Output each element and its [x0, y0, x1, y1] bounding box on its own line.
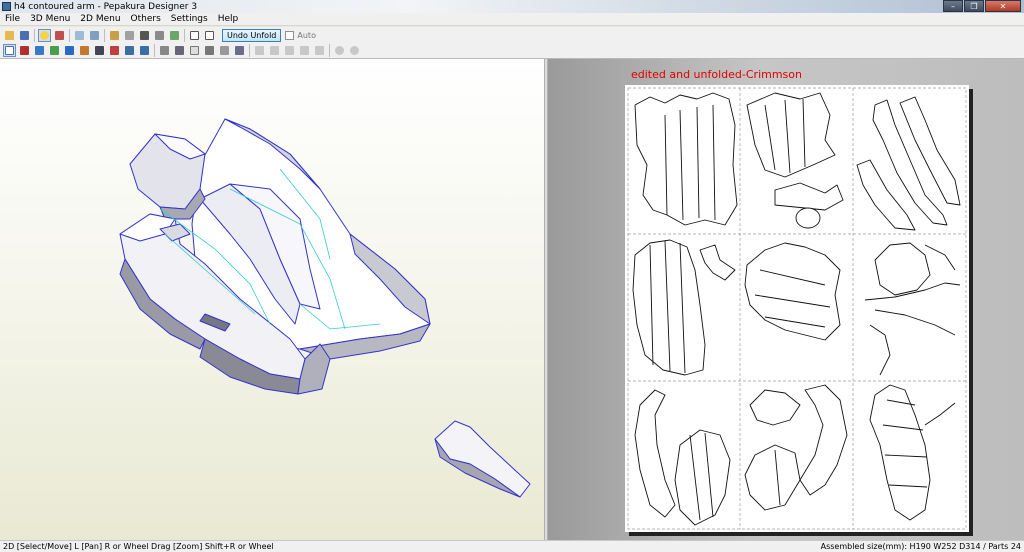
menu-2d[interactable]: 2D Menu [75, 14, 125, 24]
zoom-in-icon[interactable] [333, 44, 346, 57]
print-icon[interactable] [218, 44, 231, 57]
book-icon[interactable] [78, 44, 91, 57]
open-folder-icon[interactable] [3, 29, 16, 42]
part-shape [869, 384, 931, 521]
unfold-icon[interactable] [73, 29, 86, 42]
fill-icon[interactable] [63, 44, 76, 57]
status-hint: 2D [Select/Move] L [Pan] R or Wheel Drag… [3, 542, 274, 551]
menu-file[interactable]: File [0, 14, 25, 24]
frame-icon[interactable] [188, 29, 201, 42]
align-right-icon[interactable] [283, 44, 296, 57]
layout-icon[interactable] [153, 29, 166, 42]
table-icon[interactable] [233, 44, 246, 57]
pencil-icon[interactable] [108, 29, 121, 42]
image-icon[interactable] [33, 44, 46, 57]
pointer-icon[interactable] [18, 44, 31, 57]
redo-icon[interactable] [123, 44, 136, 57]
undo-unfold-button[interactable]: Undo Unfold [222, 29, 282, 42]
auto-checkbox[interactable]: Auto [285, 31, 316, 40]
edit-toolbar [0, 42, 1024, 59]
anchor-icon[interactable] [138, 29, 151, 42]
model-face [297, 343, 331, 395]
toolbar-separator [69, 29, 70, 42]
part-shape [744, 444, 801, 511]
app-icon [2, 2, 11, 11]
menu-help[interactable]: Help [213, 14, 244, 24]
3d-view[interactable] [0, 59, 544, 540]
menu-settings[interactable]: Settings [166, 14, 213, 24]
save-icon[interactable] [18, 29, 31, 42]
toolbar-separator [184, 29, 185, 42]
id-card-icon[interactable] [93, 44, 106, 57]
window-title: h4 contoured arm - Pepakura Designer 3 [14, 1, 198, 12]
align-top-icon[interactable] [298, 44, 311, 57]
dot-icon[interactable] [203, 44, 216, 57]
auto-label: Auto [297, 31, 316, 40]
part-shape [634, 389, 676, 518]
part-shape [924, 402, 956, 426]
2d-view[interactable]: edited and unfolded-Crimmson [548, 59, 1024, 540]
minimize-button[interactable]: – [943, 0, 963, 12]
paper-sheet [625, 85, 969, 532]
window-controls: – ❐ ✕ [942, 0, 1021, 12]
scissors-icon[interactable] [108, 44, 121, 57]
undo-icon[interactable] [138, 44, 151, 57]
status-size: Assembled size(mm): H190 W252 D314 / Par… [820, 542, 1021, 551]
title-bar: h4 contoured arm - Pepakura Designer 3 –… [0, 0, 1024, 13]
select-tool-icon[interactable] [3, 43, 16, 57]
glue-icon[interactable] [123, 29, 136, 42]
status-bar: 2D [Select/Move] L [Pan] R or Wheel Drag… [0, 540, 1024, 552]
part-shape [874, 309, 956, 336]
part-shape [774, 182, 844, 211]
unfolded-parts [627, 87, 967, 530]
part-shape [744, 242, 841, 341]
part-shape [795, 207, 821, 229]
part-shape [749, 389, 801, 426]
align-bottom-icon[interactable] [313, 44, 326, 57]
toolbar-separator [34, 29, 35, 42]
part-shape [746, 92, 836, 178]
zoom-out-icon[interactable] [348, 44, 361, 57]
toolbar-separator [329, 43, 330, 57]
align-left-icon[interactable] [253, 44, 266, 57]
align-center-icon[interactable] [268, 44, 281, 57]
menu-bar: File 3D Menu 2D Menu Others Settings Hel… [0, 13, 1024, 26]
grid-icon[interactable] [173, 44, 186, 57]
menu-others[interactable]: Others [126, 14, 166, 24]
bracket-icon[interactable] [158, 44, 171, 57]
3d-model [119, 118, 531, 498]
menu-3d[interactable]: 3D Menu [25, 14, 75, 24]
sheet-caption: edited and unfolded-Crimmson [631, 68, 802, 81]
part-shape [799, 384, 848, 496]
part-shape [699, 244, 736, 281]
toolbar-separator [104, 29, 105, 42]
texture-cube-icon[interactable] [53, 29, 66, 42]
page-icon[interactable] [188, 44, 201, 57]
paper-icon[interactable] [88, 29, 101, 42]
checkbox-box[interactable] [285, 31, 295, 40]
window-icon[interactable] [203, 29, 216, 42]
toolbar-separator [249, 43, 250, 57]
part-shape [634, 92, 738, 226]
close-button[interactable]: ✕ [985, 0, 1021, 12]
part-shape [674, 429, 731, 526]
part-shape [924, 244, 956, 271]
rotate-icon[interactable] [48, 44, 61, 57]
restore-button[interactable]: ❐ [964, 0, 984, 12]
join-icon[interactable] [168, 29, 181, 42]
part-shape [869, 324, 891, 376]
toolbar-separator [154, 43, 155, 57]
part-shape [874, 242, 931, 296]
lightbulb-icon[interactable] [38, 29, 51, 42]
